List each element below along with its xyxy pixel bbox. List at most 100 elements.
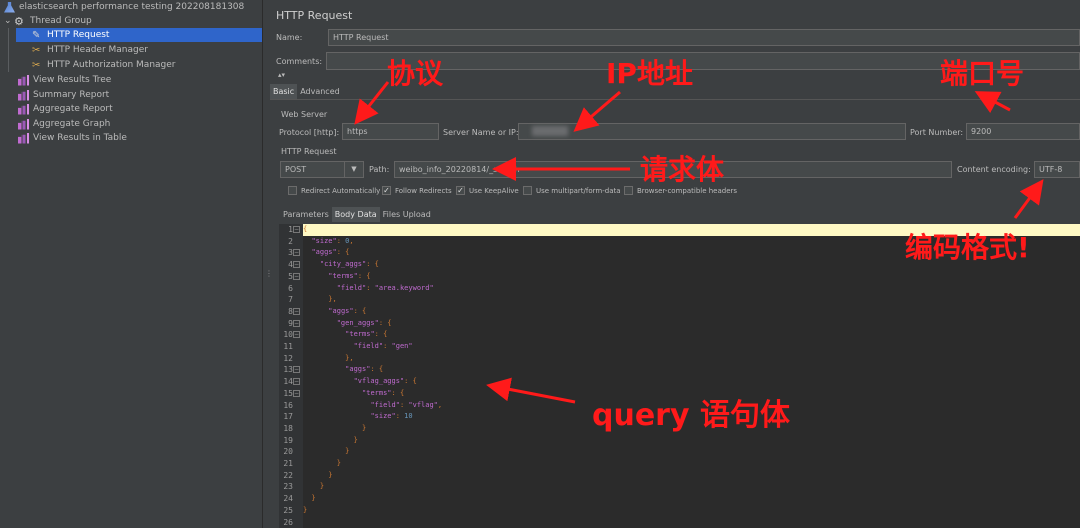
- port-label: Port Number:: [910, 128, 964, 137]
- fold-toggle-icon[interactable]: −: [293, 366, 300, 374]
- collapse-arrows-icon[interactable]: ▴▾: [278, 71, 285, 79]
- code-line: "gen_aggs": {: [336, 318, 392, 327]
- line-number: 18: [283, 423, 293, 433]
- tab-divider: [270, 99, 1080, 100]
- tree-item-test-plan[interactable]: elasticsearch performance testing 202208…: [4, 0, 244, 14]
- fold-toggle-icon[interactable]: −: [293, 331, 300, 339]
- line-number: 22: [283, 470, 293, 480]
- tree-item-label: Thread Group: [30, 16, 92, 26]
- graph-icon: [18, 132, 29, 144]
- method-value: POST: [285, 165, 307, 174]
- tree-item-label: HTTP Header Manager: [47, 45, 148, 55]
- checkbox-box[interactable]: ✓: [382, 186, 391, 195]
- checkbox-box[interactable]: [624, 186, 633, 195]
- config-tabs: Basic Advanced: [270, 84, 343, 99]
- fold-toggle-icon[interactable]: −: [293, 226, 300, 233]
- test-plan-tree: elasticsearch performance testing 202208…: [0, 0, 263, 528]
- code-line: "field": "area.keyword": [336, 283, 434, 292]
- line-number: 8: [288, 306, 293, 316]
- fold-toggle-icon[interactable]: −: [293, 261, 300, 269]
- tree-item-aggregate-report[interactable]: Aggregate Report: [18, 102, 113, 116]
- tree-item-aggregate-graph[interactable]: Aggregate Graph: [18, 117, 110, 131]
- tools-icon: ✂: [32, 59, 41, 71]
- line-number: 17: [283, 412, 293, 422]
- tree-item-thread-group[interactable]: ⌄ ⚙ Thread Group: [4, 14, 92, 28]
- panel-title: HTTP Request: [276, 9, 353, 22]
- tree-item-label: HTTP Authorization Manager: [47, 60, 176, 70]
- annotation-query: query 语句体: [592, 398, 790, 433]
- pane-splitter[interactable]: ⋮: [263, 0, 273, 528]
- fold-toggle-icon[interactable]: −: [293, 389, 300, 397]
- tools-icon: ✂: [32, 44, 41, 56]
- redirect-automatically-checkbox[interactable]: Redirect Automatically: [288, 186, 380, 195]
- line-number: 16: [283, 400, 293, 410]
- tree-item-label: View Results in Table: [33, 133, 127, 143]
- protocol-field[interactable]: https: [342, 123, 439, 140]
- pen-icon: ✎: [32, 29, 41, 41]
- line-number: 2: [288, 236, 293, 246]
- method-select[interactable]: POST ▼: [280, 161, 364, 178]
- fold-toggle-icon[interactable]: −: [293, 249, 300, 257]
- body-data-editor[interactable]: 1−{2 "size": 0, 3− "aggs": {4− "city_aggs…: [279, 224, 1080, 528]
- tree-item-label: Summary Report: [33, 90, 110, 100]
- multipart-checkbox[interactable]: Use multipart/form-data: [523, 186, 621, 195]
- line-number: 5: [288, 271, 293, 281]
- checkbox-box[interactable]: [523, 186, 532, 195]
- tree-item-view-results-tree[interactable]: View Results Tree: [18, 73, 111, 87]
- fold-toggle-icon[interactable]: −: [293, 319, 300, 327]
- annotation-body: 请求体: [640, 153, 725, 186]
- checkbox-label: Redirect Automatically: [301, 186, 381, 195]
- tree-item-http-request[interactable]: ✎ HTTP Request: [16, 28, 262, 42]
- line-number: 1: [288, 225, 293, 234]
- tree-item-auth-manager[interactable]: ✂ HTTP Authorization Manager: [32, 58, 175, 72]
- tree-item-label: Aggregate Graph: [33, 119, 111, 129]
- code-line: "vflag_aggs": {: [353, 377, 417, 386]
- tree-item-header-manager[interactable]: ✂ HTTP Header Manager: [32, 43, 148, 57]
- encoding-field[interactable]: UTF-8: [1034, 161, 1080, 178]
- gear-icon: ⚙: [14, 14, 24, 28]
- checkbox-label: Use KeepAlive: [469, 186, 519, 195]
- graph-icon: [18, 89, 29, 101]
- code-line: }: [303, 482, 325, 491]
- tab-advanced[interactable]: Advanced: [297, 84, 343, 99]
- tab-parameters[interactable]: Parameters: [280, 207, 332, 222]
- code-line: "terms": {: [345, 330, 388, 339]
- tab-files-upload[interactable]: Files Upload: [380, 207, 434, 222]
- fold-toggle-icon[interactable]: −: [293, 272, 300, 280]
- fold-toggle-icon[interactable]: −: [293, 378, 300, 386]
- tab-basic[interactable]: Basic: [270, 84, 298, 99]
- line-number: 19: [283, 435, 293, 445]
- name-field[interactable]: HTTP Request: [328, 29, 1080, 46]
- checkbox-label: Use multipart/form-data: [536, 186, 621, 195]
- line-number: 15: [283, 388, 293, 398]
- line-number: 26: [283, 517, 293, 527]
- line-number: 10: [283, 330, 293, 340]
- checkbox-box[interactable]: ✓: [456, 186, 465, 195]
- server-field[interactable]: [518, 123, 906, 140]
- annotation-protocol: 协议: [387, 57, 444, 90]
- line-number: 9: [288, 318, 293, 328]
- line-number: 25: [283, 505, 293, 515]
- graph-icon: [18, 118, 29, 130]
- port-field[interactable]: 9200: [966, 123, 1080, 140]
- annotation-encoding: 编码格式!: [905, 231, 1030, 264]
- chevron-down-icon[interactable]: ⌄: [4, 14, 14, 28]
- annotation-ip: IP地址: [606, 57, 693, 90]
- chevron-down-icon[interactable]: ▼: [344, 162, 363, 177]
- use-keepalive-checkbox[interactable]: ✓ Use KeepAlive: [456, 186, 519, 195]
- line-number: 12: [283, 353, 293, 363]
- code-line: },: [303, 295, 337, 304]
- follow-redirects-checkbox[interactable]: ✓ Follow Redirects: [382, 186, 452, 195]
- fold-toggle-icon[interactable]: −: [293, 307, 300, 315]
- tree-item-view-results-table[interactable]: View Results in Table: [18, 131, 127, 145]
- tree-item-label: elasticsearch performance testing 202208…: [19, 2, 245, 12]
- annotation-port: 端口号: [940, 57, 1025, 90]
- line-number: 21: [283, 459, 293, 468]
- tab-body-data[interactable]: Body Data: [331, 207, 380, 222]
- code-line: }: [303, 494, 316, 503]
- code-line: "field": "gen": [353, 342, 413, 350]
- tree-item-summary-report[interactable]: Summary Report: [18, 88, 109, 102]
- line-number: 24: [283, 494, 293, 504]
- checkbox-box[interactable]: [288, 186, 297, 195]
